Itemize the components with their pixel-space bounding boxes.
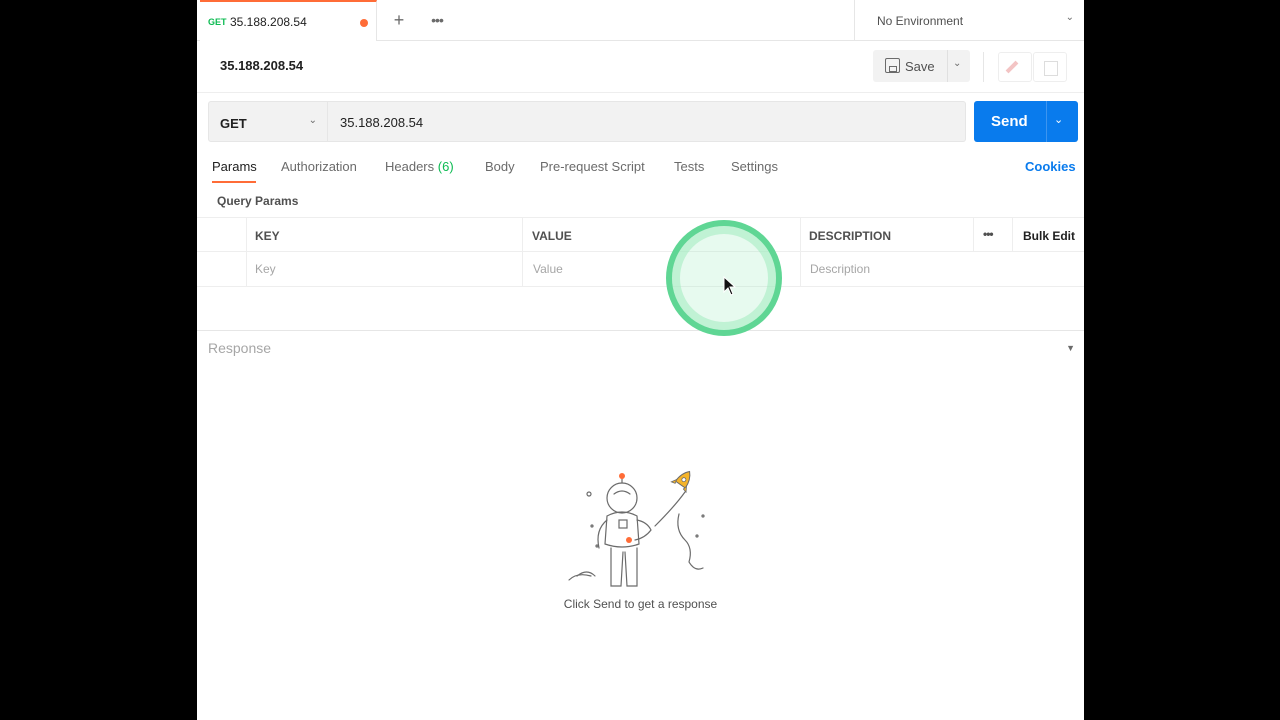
response-divider [197,330,1084,331]
description-header: DESCRIPTION [809,229,892,243]
headers-count: (6) [437,159,454,174]
method-select[interactable]: GET ⌄ [208,101,328,142]
tab-settings[interactable]: Settings [731,159,778,174]
save-label: Save [905,59,935,74]
column-divider [973,217,974,252]
tab-method: GET [208,17,227,27]
more-icon[interactable]: ••• [427,10,447,30]
tab-name: 35.188.208.54 [230,15,307,29]
unsaved-dot-icon [360,19,368,27]
save-separator [947,50,948,82]
plus-icon[interactable]: + [389,10,409,30]
astronaut-illustration [568,470,705,587]
key-header: KEY [255,229,280,243]
tab-pre-request-script[interactable]: Pre-request Script [540,159,645,174]
empty-response-message: Click Send to get a response [563,597,718,611]
query-params-table: KEY VALUE DESCRIPTION ••• Bulk Edit Key … [197,217,1084,288]
url-value: 35.188.208.54 [340,115,424,130]
bulk-edit-button[interactable]: Bulk Edit [1023,229,1075,243]
column-divider [1012,217,1013,252]
description-input[interactable]: Description [810,262,870,276]
chevron-down-icon: ⌄ [308,115,317,126]
method-value: GET [220,116,247,131]
table-header-row: KEY VALUE DESCRIPTION ••• Bulk Edit [197,217,1084,252]
header-divider [983,52,984,82]
request-tab[interactable]: GET 35.188.208.54 [200,0,377,41]
tab-bar: GET 35.188.208.54 + ••• No Environment ⌄ [197,0,1084,41]
chevron-down-icon[interactable]: ⌄ [1054,113,1063,126]
edit-icon[interactable] [998,52,1032,82]
tab-body[interactable]: Body [485,159,515,174]
send-separator [1046,101,1047,142]
chevron-down-icon[interactable]: ▼ [1066,343,1075,353]
save-icon [885,58,900,73]
environment-label: No Environment [877,14,964,28]
documentation-icon[interactable] [1033,52,1067,82]
cookies-link[interactable]: Cookies [1025,159,1076,174]
tab-headers-label: Headers [385,159,435,174]
column-divider [246,217,247,287]
tab-authorization[interactable]: Authorization [281,159,357,174]
header-divider-line [197,92,1084,93]
column-divider [800,217,801,287]
column-divider [522,217,523,287]
send-label: Send [991,113,1028,130]
table-row: Key Value Description [197,252,1084,287]
save-button[interactable]: Save ⌄ [873,50,970,82]
environment-selector[interactable]: No Environment ⌄ [854,0,1084,41]
url-input[interactable]: 35.188.208.54 [328,101,966,142]
active-tab-underline [212,181,256,183]
value-header: VALUE [532,229,572,243]
chevron-down-icon: ⌄ [1065,12,1074,23]
request-title: 35.188.208.54 [220,58,304,73]
key-input[interactable]: Key [255,262,276,276]
tab-params[interactable]: Params [212,159,257,174]
cursor-icon [723,276,737,296]
tab-headers[interactable]: Headers (6) [385,159,454,174]
query-params-title: Query Params [217,194,299,208]
value-input[interactable]: Value [533,262,563,276]
chevron-down-icon[interactable]: ⌄ [953,58,961,69]
response-title: Response [208,340,272,356]
tab-tests[interactable]: Tests [674,159,704,174]
postman-app: GET 35.188.208.54 + ••• No Environment ⌄… [197,0,1084,720]
send-button[interactable]: Send ⌄ [974,101,1078,142]
more-icon[interactable]: ••• [983,227,994,241]
